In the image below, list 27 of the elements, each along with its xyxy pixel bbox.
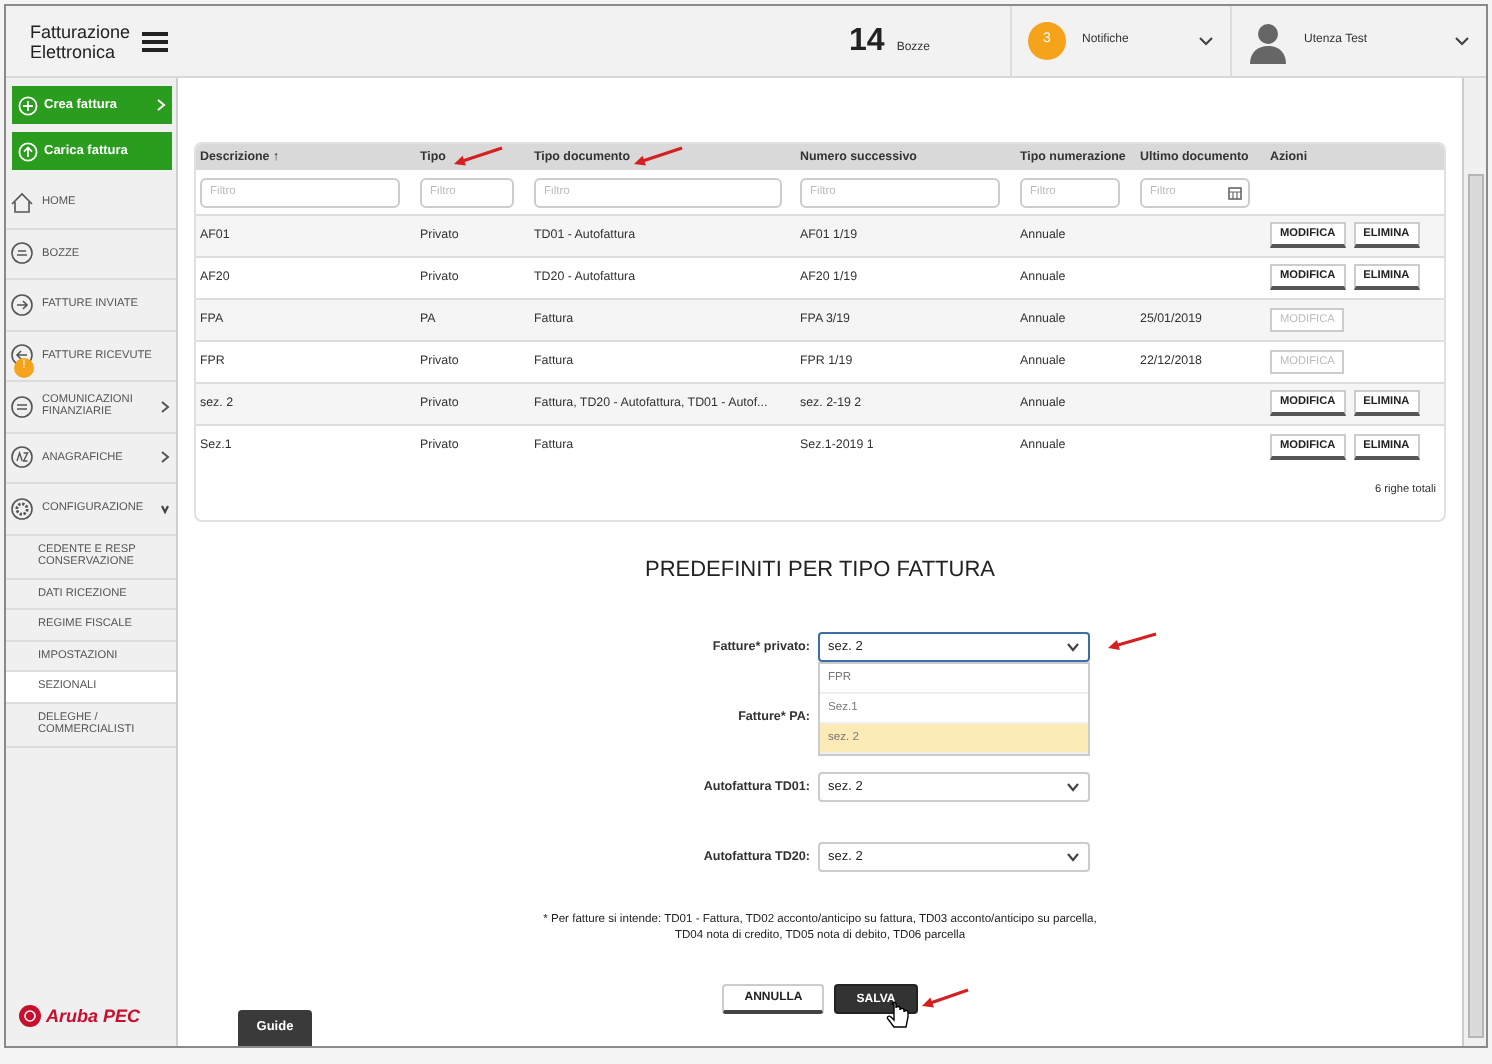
- tray-icon: [8, 238, 36, 269]
- arrow-right-circle-icon: [8, 289, 36, 320]
- home-icon: [8, 187, 36, 218]
- letters-circle-icon: [8, 442, 36, 473]
- hand-cursor-icon: [886, 1001, 909, 1028]
- annotation-arrow: [1108, 632, 1157, 650]
- annotation-arrow: [922, 988, 969, 1008]
- upload-circle-icon: [18, 141, 38, 161]
- chevron-icon: [1066, 782, 1080, 793]
- annotation-arrow: [454, 146, 503, 166]
- chevron-icon: [1454, 36, 1470, 46]
- section-title: PREDEFINITI PER TIPO FATTURA: [642, 555, 997, 586]
- scrollbar[interactable]: [1462, 78, 1486, 1046]
- drafts-count: 14: [849, 21, 885, 61]
- app-title: Fatturazione Elettronica: [30, 21, 133, 61]
- annotation-arrow: [634, 146, 683, 166]
- calendar-icon: [1228, 185, 1242, 200]
- settings-icon: [8, 493, 36, 524]
- chevron-icon: [1066, 852, 1080, 863]
- chevron-icon: [1066, 642, 1080, 653]
- chevron-icon: [1198, 36, 1214, 46]
- menu-icon[interactable]: [142, 31, 168, 51]
- lines-circle-icon: [8, 391, 36, 422]
- logo-text: Aruba PEC: [46, 1003, 141, 1029]
- rose-logo-icon: [18, 1004, 42, 1029]
- plus-circle-icon: [18, 95, 38, 115]
- user-avatar-icon: [1248, 19, 1288, 63]
